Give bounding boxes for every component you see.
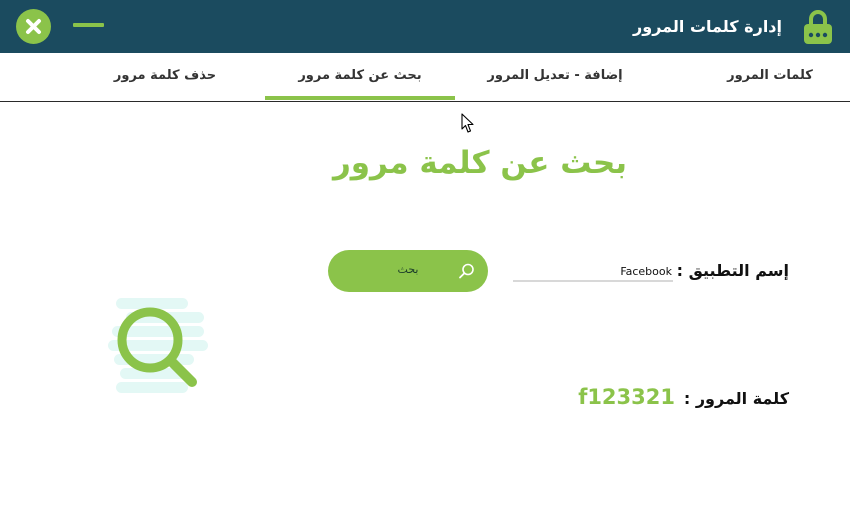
search-button-label: بحث xyxy=(397,263,419,276)
tab-delete[interactable]: حذف كلمة مرور xyxy=(70,53,260,100)
magnifier-illustration-icon xyxy=(108,298,208,393)
tab-search[interactable]: بحث عن كلمة مرور xyxy=(265,53,455,100)
tab-passwords[interactable]: كلمات المرور xyxy=(675,53,850,100)
search-button[interactable]: بحث xyxy=(328,250,488,292)
app-name-label: إسم التطبيق : xyxy=(676,261,789,280)
tab-add-edit[interactable]: إضافة - تعديل المرور xyxy=(460,53,650,100)
password-label: كلمة المرور : xyxy=(683,389,789,408)
close-button[interactable] xyxy=(16,9,51,44)
password-value: f123321 xyxy=(578,385,675,409)
minimize-icon xyxy=(73,23,104,27)
app-title: إدارة كلمات المرور xyxy=(633,17,782,36)
lock-icon xyxy=(804,10,832,44)
app-name-input[interactable] xyxy=(513,262,673,282)
minimize-button[interactable] xyxy=(73,14,105,28)
title-bar: إدارة كلمات المرور xyxy=(0,0,850,53)
mouse-cursor-icon xyxy=(461,113,474,133)
close-icon xyxy=(26,19,41,34)
tab-bar: كلمات المرور إضافة - تعديل المرور بحث عن… xyxy=(0,53,850,102)
page-heading: بحث عن كلمة مرور xyxy=(332,145,628,181)
